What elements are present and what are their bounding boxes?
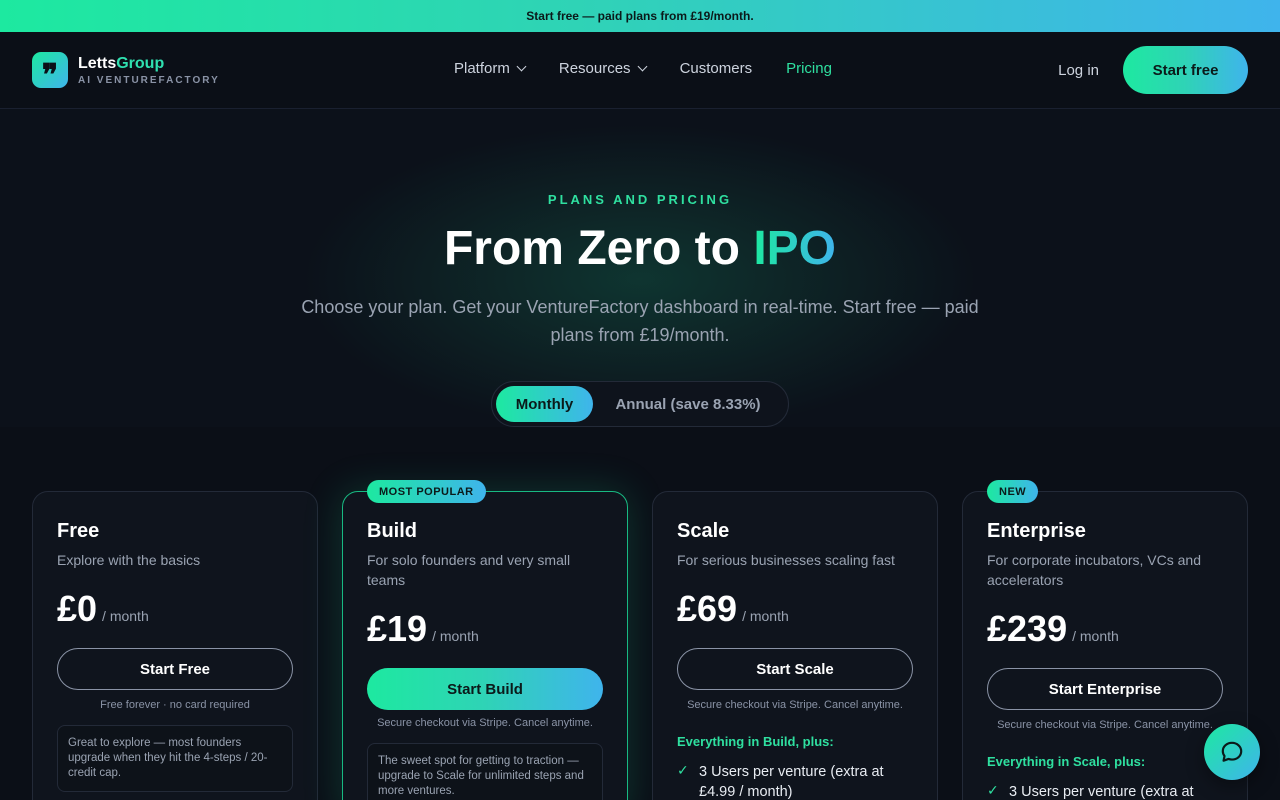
quote-mark-icon: ❞ <box>32 52 68 93</box>
plan-card-scale: Scale For serious businesses scaling fas… <box>652 491 938 800</box>
price-period: / month <box>102 608 149 624</box>
nav-links: Platform Resources Customers Pricing <box>454 60 866 77</box>
plan-price: £69 / month <box>677 588 789 630</box>
brand-name-part-b: Group <box>116 54 165 72</box>
title-part-a: From Zero to <box>443 222 754 275</box>
nav-item-platform[interactable]: Platform <box>454 60 527 77</box>
billing-monthly-option[interactable]: Monthly <box>496 386 593 422</box>
plan-note: The sweet spot for getting to traction —… <box>367 743 603 800</box>
chevron-down-icon <box>516 61 527 72</box>
price-period: / month <box>432 628 479 644</box>
plan-price: £239 / month <box>987 608 1119 650</box>
feature-item: ✓ 3 Users per venture (extra at <box>987 782 1225 800</box>
nav-actions: Log in Start free <box>1058 46 1248 94</box>
chat-bubble-icon <box>1221 741 1243 762</box>
brand-text: LettsGroup AI VENTUREFACTORY <box>78 55 220 86</box>
start-build-button[interactable]: Start Build <box>367 668 603 710</box>
nav-item-label: Platform <box>454 60 510 77</box>
announcement-bar: Start free — paid plans from £19/month. <box>0 0 1280 32</box>
feature-text: 3 Users per venture (extra at £4.99 / mo… <box>699 764 884 800</box>
plan-description: Explore with the basics <box>57 552 201 568</box>
plan-name: Free <box>57 520 100 542</box>
brand-name: LettsGroup <box>78 55 220 73</box>
plan-note: Great to explore — most founders upgrade… <box>57 725 293 792</box>
plan-fine-print: Secure checkout via Stripe. Cancel anyti… <box>377 717 593 729</box>
price-amount: £239 <box>987 608 1068 649</box>
plan-description: For corporate incubators, VCs and accele… <box>987 552 1201 588</box>
plan-price: £0 / month <box>57 588 149 630</box>
pricing-hero: PLANS AND PRICING From Zero to IPO Choos… <box>0 109 1280 427</box>
price-amount: £19 <box>367 608 428 649</box>
check-icon: ✓ <box>677 762 689 778</box>
start-enterprise-button[interactable]: Start Enterprise <box>987 668 1223 710</box>
nav-item-label: Customers <box>679 60 753 77</box>
chevron-down-icon <box>637 61 648 72</box>
plan-includes-heading: Everything in Build, plus: <box>677 734 834 749</box>
plan-description: For serious businesses scaling fast <box>677 552 895 568</box>
nav-item-pricing[interactable]: Pricing <box>786 60 832 77</box>
plan-fine-print: Free forever · no card required <box>100 699 250 711</box>
billing-toggle: Monthly Annual (save 8.33%) <box>491 381 789 427</box>
chat-launcher-button[interactable] <box>1204 724 1260 780</box>
plan-description: For solo founders and very small teams <box>367 552 571 588</box>
brand-logo[interactable]: ❞ LettsGroup AI VENTUREFACTORY <box>32 52 220 93</box>
plan-price: £19 / month <box>367 608 479 650</box>
billing-annual-option[interactable]: Annual (save 8.33%) <box>593 386 783 422</box>
most-popular-badge: MOST POPULAR <box>367 480 486 503</box>
new-badge: NEW <box>987 480 1039 503</box>
plan-name: Enterprise <box>987 520 1086 542</box>
plan-card-free: Free Explore with the basics £0 / month … <box>32 491 318 800</box>
brand-name-part-a: Letts <box>78 54 117 72</box>
plan-name: Build <box>367 520 417 542</box>
start-scale-button[interactable]: Start Scale <box>677 648 913 690</box>
announcement-text: Start free — paid plans from £19/month. <box>526 9 754 23</box>
start-free-plan-button[interactable]: Start Free <box>57 648 293 690</box>
hero-eyebrow: PLANS AND PRICING <box>547 192 733 207</box>
nav-item-customers[interactable]: Customers <box>680 60 753 77</box>
brand-tagline: AI VENTUREFACTORY <box>78 74 220 86</box>
plan-includes-heading: Everything in Scale, plus: <box>987 754 1146 769</box>
start-free-button[interactable]: Start free <box>1123 46 1248 94</box>
feature-text: 3 Users per venture (extra at <box>1009 784 1194 800</box>
title-highlight: IPO <box>753 222 836 275</box>
plan-name: Scale <box>677 520 730 542</box>
nav-item-label: Resources <box>558 60 631 77</box>
plan-fine-print: Secure checkout via Stripe. Cancel anyti… <box>997 719 1213 731</box>
check-icon: ✓ <box>987 782 999 798</box>
price-amount: £0 <box>57 588 98 629</box>
feature-item: ✓ 3 Users per venture (extra at £4.99 / … <box>677 762 915 800</box>
price-period: / month <box>742 608 789 624</box>
login-link[interactable]: Log in <box>1058 62 1099 79</box>
nav-item-resources[interactable]: Resources <box>558 60 648 77</box>
top-navigation: ❞ LettsGroup AI VENTUREFACTORY Platform … <box>0 32 1280 109</box>
page-title: From Zero to IPO <box>0 221 1280 276</box>
nav-item-label: Pricing <box>786 60 832 77</box>
hero-subtitle: Choose your plan. Get your VentureFactor… <box>301 297 979 345</box>
price-period: / month <box>1072 628 1119 644</box>
price-amount: £69 <box>677 588 738 629</box>
plan-fine-print: Secure checkout via Stripe. Cancel anyti… <box>687 699 903 711</box>
plan-card-build: MOST POPULAR Build For solo founders and… <box>342 480 628 800</box>
